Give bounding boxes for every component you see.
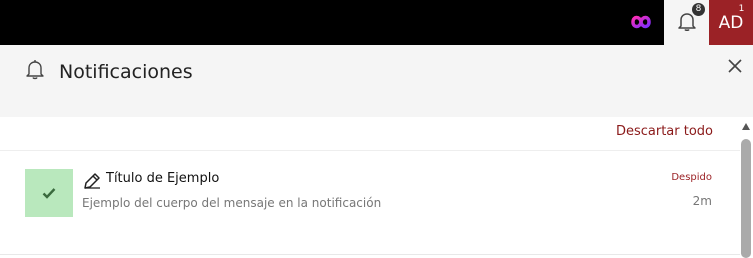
notification-time: 2m — [692, 194, 712, 208]
notification-status[interactable]: Despido — [671, 172, 712, 183]
scroll-thumb[interactable] — [741, 139, 751, 258]
close-icon[interactable] — [724, 55, 746, 77]
notification-title: Título de Ejemplo — [106, 171, 220, 186]
notification-body: Ejemplo del cuerpo del mensaje en la not… — [82, 196, 382, 210]
avatar-badge: 1 — [735, 3, 748, 16]
list-item[interactable]: Título de Ejemplo Ejemplo del cuerpo del… — [0, 151, 740, 255]
check-icon — [42, 184, 56, 203]
infinity-logo-icon[interactable] — [628, 11, 654, 33]
status-box — [25, 169, 73, 217]
top-bar: 8 AD 1 — [0, 0, 753, 45]
panel-title: Notificaciones — [59, 61, 193, 83]
scroll-up-arrow-icon[interactable] — [742, 123, 750, 130]
avatar[interactable]: AD 1 — [709, 0, 753, 45]
scrollbar[interactable] — [740, 117, 753, 258]
notifications-button[interactable]: 8 — [664, 0, 709, 45]
dismiss-all-button[interactable]: Descartar todo — [616, 124, 713, 139]
notifications-panel-header: Notificaciones — [0, 45, 753, 117]
panel-toolbar: Descartar todo — [0, 117, 740, 151]
bell-icon — [24, 58, 46, 86]
notification-count-badge: 8 — [692, 3, 705, 16]
pen-edit-icon — [82, 171, 102, 195]
